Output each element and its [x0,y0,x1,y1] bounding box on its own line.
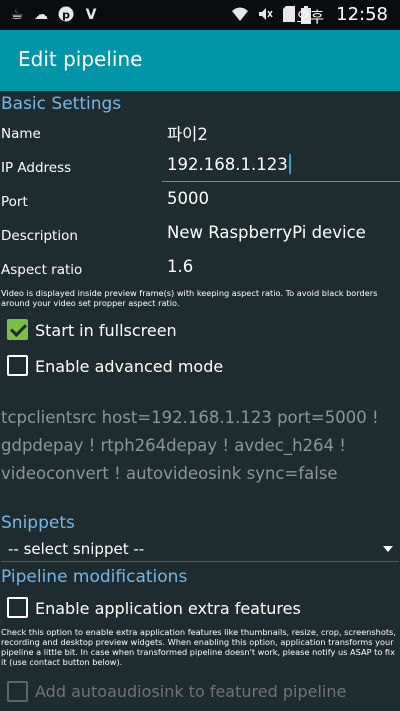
extra-features-label[interactable]: Enable application extra features [35,599,301,618]
status-ampm: 오후 [296,8,324,26]
extra-features-hint: Check this option to enable extra applic… [1,627,396,667]
status-bar: ☕ ☁ p V 오후 12:58 [0,0,400,30]
port-field[interactable]: 5000 [167,189,209,208]
ip-address-field[interactable]: 192.168.1.123 [167,154,291,174]
cloud-icon: ☁ [34,7,48,23]
v-app-icon: V [85,7,97,23]
aspect-ratio-field[interactable]: 1.6 [167,257,193,276]
snippet-select-underline [1,561,399,562]
mute-icon [256,6,274,24]
pipeline-text: tcpclientsrc host=192.168.1.123 port=500… [1,408,379,483]
start-fullscreen-checkbox[interactable] [7,319,28,340]
name-label: Name [1,126,41,142]
page-title: Edit pipeline [18,47,143,71]
ip-address-label: IP Address [1,160,72,176]
start-fullscreen-label[interactable]: Start in fullscreen [35,321,177,340]
advanced-mode-checkbox[interactable] [7,355,28,376]
pinterest-icon: p [57,6,75,24]
ip-address-underline [162,181,400,182]
status-time: 12:58 [336,4,388,25]
svg-text:p: p [62,9,70,22]
wifi-icon [231,6,249,24]
autoaudiosink-checkbox [7,681,28,702]
autoaudiosink-label: Add autoaudiosink to featured pipeline [35,682,347,701]
sd-card-icon [280,6,298,24]
dropdown-arrow-icon [383,546,393,552]
port-label: Port [1,194,28,210]
snippet-select-value: -- select snippet -- [8,540,145,558]
edit-pipeline-form: Basic Settings Name 파이2 IP Address 192.1… [0,91,400,711]
name-field[interactable]: 파이2 [167,121,208,145]
description-label: Description [1,228,78,244]
extra-features-checkbox[interactable] [7,597,28,618]
aspect-ratio-label: Aspect ratio [1,262,83,278]
description-field[interactable]: New RaspberryPi device [167,223,366,242]
text-cursor [288,154,291,174]
aspect-ratio-hint: Video is displayed inside preview frame(… [1,288,378,308]
basic-settings-heading: Basic Settings [1,94,122,114]
snippets-heading: Snippets [1,513,75,533]
pipeline-modifications-heading: Pipeline modifications [1,567,188,587]
advanced-mode-label[interactable]: Enable advanced mode [35,357,223,376]
coffee-icon: ☕ [10,7,24,23]
ip-address-value: 192.168.1.123 [167,155,288,174]
app-bar: Edit pipeline [0,30,400,91]
